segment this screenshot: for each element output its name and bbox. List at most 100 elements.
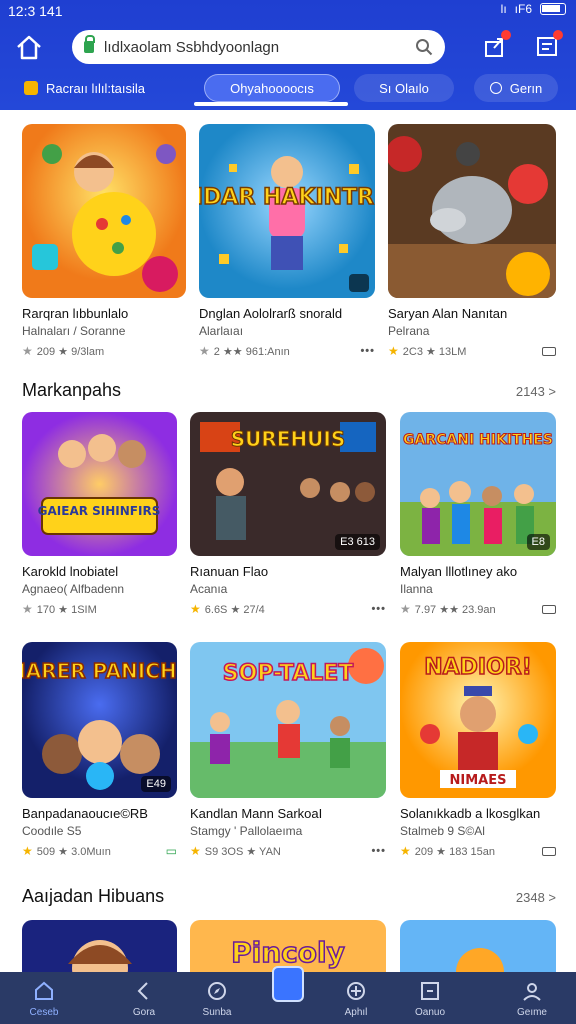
download-icon[interactable] — [542, 846, 556, 856]
thumb-badge: E3 613 — [335, 534, 380, 550]
game-meta: ★ 7.97 ★★ 23.9an — [400, 602, 556, 616]
star-icon: ★ — [22, 344, 33, 358]
thumb-title: GARCANI HIKITHES — [403, 432, 553, 448]
lock-icon — [84, 35, 95, 53]
game-card[interactable]: GAIEAR SIHINFIRS Karokld lnobiatel Agnae… — [22, 412, 177, 616]
game-publisher: Halnaları / Soranne — [22, 324, 126, 338]
search-input[interactable] — [104, 38, 415, 56]
wifi-icon: ıF6 — [514, 2, 532, 16]
chip-3[interactable]: Gerın — [474, 74, 558, 102]
nav-library[interactable]: Oanuo — [394, 972, 466, 1024]
share-button[interactable] — [483, 30, 511, 58]
download-icon[interactable] — [542, 604, 556, 614]
game-thumbnail — [400, 920, 556, 972]
home-button[interactable] — [12, 32, 46, 64]
chip-0[interactable]: Racraıı lılıl:taısila — [24, 74, 174, 102]
game-card[interactable]: SUREHUIS E3 613 Rıanuan Flao Acanıa ★ 6.… — [190, 412, 386, 616]
star-icon: ★ — [22, 844, 33, 858]
bottom-navigation: Ceseb Gora Sunba Aphıl Oanuo Geıme — [0, 966, 576, 1024]
game-publisher: Coodıle S5 — [22, 824, 82, 838]
game-thumbnail: RANDAR HAKINTRENS — [199, 124, 375, 298]
game-thumbnail — [22, 124, 186, 298]
game-thumbnail: Pincoly — [190, 920, 386, 972]
game-card[interactable] — [400, 920, 556, 972]
square-icon — [421, 982, 439, 1000]
game-card[interactable]: HARER PANICHS E49 Banpadanaoucıe©RB Cood… — [22, 642, 177, 858]
game-title: Rarqran lıbbunlalo — [22, 306, 129, 321]
game-title: Saryan Alan Nanıtan — [388, 306, 508, 321]
game-thumbnail — [22, 920, 177, 972]
game-meta: ★ 6.6S ★ 27/4 ••• — [190, 602, 386, 616]
section-see-all[interactable]: 2348 > — [516, 890, 556, 905]
more-options-icon[interactable]: ••• — [360, 345, 375, 357]
star-icon: ★ — [190, 602, 201, 616]
game-meta: ★ 170 ★ 1SIM — [22, 602, 97, 616]
game-publisher: Pelrana — [388, 324, 430, 338]
nav-back[interactable]: Gora — [108, 972, 180, 1024]
globe-icon — [489, 82, 502, 94]
game-title: Solanıkkadb a lkosglkan — [400, 806, 541, 821]
download-icon[interactable] — [542, 346, 556, 356]
game-publisher: Ilanna — [400, 582, 433, 596]
game-card[interactable]: SOP-TALET Kandlan Mann SarkoaI Stamgy ' … — [190, 642, 386, 858]
person-icon — [523, 983, 541, 1001]
search-bar[interactable] — [72, 30, 445, 64]
section-see-all[interactable]: 2143 > — [516, 384, 556, 399]
thumb-subtitle: NIMAES — [450, 773, 507, 788]
nav-profile[interactable]: Geıme — [496, 972, 568, 1024]
nav-home[interactable]: Ceseb — [8, 972, 80, 1024]
menu-button[interactable] — [535, 30, 563, 58]
notification-dot — [553, 30, 563, 40]
game-card[interactable]: RANDAR HAKINTRENS Dnglan Aololrarß snora… — [199, 124, 375, 358]
folder-icon — [24, 81, 38, 95]
active-tab-indicator — [194, 102, 348, 106]
thumb-title: HARER PANICHS — [22, 659, 177, 683]
more-options-icon[interactable]: ••• — [371, 845, 386, 857]
notification-dot — [501, 30, 511, 40]
status-time: 12:3 141 — [8, 3, 63, 19]
game-meta: ★ 2 ★★ 961:Anın ••• — [199, 344, 375, 358]
chip-2[interactable]: Sı Olaılo — [354, 74, 454, 102]
thumb-badge: E49 — [141, 776, 171, 792]
game-thumbnail — [388, 124, 556, 298]
home-icon — [17, 35, 41, 60]
game-publisher: Stalmeb 9 S©Al — [400, 824, 485, 838]
game-card[interactable]: Saryan Alan Nanıtan Pelrana ★ 2C3 ★ 13LM — [388, 124, 556, 358]
thumb-title: Pincoly — [231, 936, 345, 969]
section-title: Aaıjadan Hibuans — [22, 886, 165, 906]
star-icon: ★ — [400, 844, 411, 858]
game-meta: ★ S9 3OS ★ YAN ••• — [190, 844, 386, 858]
signal-icon: lı — [500, 2, 507, 16]
nav-tabs-button[interactable] — [272, 966, 304, 1002]
thumb-title: SOP-TALET — [223, 661, 354, 686]
game-card[interactable]: GARCANI HIKITHES E8 Malyan lllotlıney ak… — [400, 412, 556, 616]
chip-1[interactable]: Ohyahoooocıs — [204, 74, 340, 102]
game-card[interactable]: NADIOR! NIMAES Solanıkkadb a lkosglkan S… — [400, 642, 556, 858]
game-publisher: Alarlaıaı — [199, 324, 244, 338]
game-card[interactable] — [22, 920, 177, 972]
game-card[interactable]: Rarqran lıbbunlalo Halnaları / Soranne ★… — [22, 124, 186, 358]
game-card[interactable]: Pincoly — [190, 920, 386, 972]
search-icon[interactable] — [415, 38, 433, 56]
game-publisher: Acanıa — [190, 582, 228, 596]
game-title: Malyan lllotlıney ako — [400, 564, 518, 579]
nav-add[interactable]: Aphıl — [320, 972, 392, 1024]
star-icon: ★ — [22, 602, 33, 616]
game-title: Karokld lnobiatel — [22, 564, 119, 579]
star-icon: ★ — [388, 344, 399, 358]
more-options-icon[interactable]: ••• — [371, 603, 386, 615]
thumb-title: GAIEAR SIHINFIRS — [38, 504, 161, 518]
game-title: Banpadanaoucıe©RB — [22, 806, 148, 821]
game-publisher: Agnaeo( Alfbadenn — [22, 582, 125, 596]
thumb-badge: E8 — [526, 534, 550, 550]
game-publisher: Stamgy ' Pallolaeıma — [190, 824, 303, 838]
game-thumbnail: HARER PANICHS E49 — [22, 642, 177, 798]
section-title: Markanpahs — [22, 380, 122, 400]
thumb-title: NADIOR! — [424, 655, 532, 680]
status-bar: 12:3 141 lı ıF6 — [0, 0, 576, 22]
game-title: Rıanuan Flao — [190, 564, 269, 579]
game-meta: ★ 509 ★ 3.0Muın ▭ — [22, 844, 177, 858]
nav-explore[interactable]: Sunba — [181, 972, 253, 1024]
main-feed: Rarqran lıbbunlalo Halnaları / Soranne ★… — [0, 110, 576, 972]
chevron-left-icon — [137, 982, 148, 1000]
